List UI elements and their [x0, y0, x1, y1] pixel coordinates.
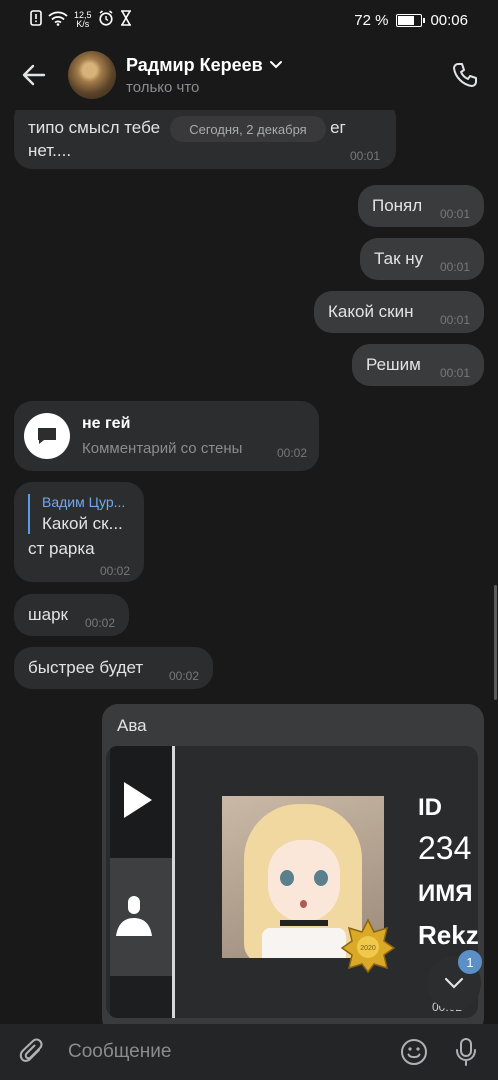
contact-name: Радмир Кереев: [126, 54, 263, 75]
message-line: типо смысл тебе: [28, 118, 161, 137]
wall-comment-title: не гей: [82, 415, 131, 432]
scrollbar[interactable]: [494, 585, 497, 700]
reply-text: Какой ск...: [42, 514, 123, 533]
message-time: 00:01: [439, 366, 470, 380]
message-time: 00:02: [276, 446, 307, 460]
status-right: 72 % 00:06: [354, 12, 468, 29]
card-name-label: ИМЯ: [418, 880, 473, 907]
reply-author[interactable]: Вадим Цур...: [42, 494, 125, 510]
message-line: нет....: [28, 141, 72, 160]
chat-header: Радмир Кереев только что: [0, 40, 498, 110]
status-left: 12,5 K/s: [30, 10, 132, 30]
wifi-icon: [48, 11, 68, 30]
chat-title[interactable]: Радмир Кереев: [126, 55, 448, 76]
voice-button[interactable]: [450, 1036, 482, 1068]
emoji-button[interactable]: [398, 1036, 430, 1068]
message-bubble[interactable]: быстрее будет 00:02: [14, 647, 213, 689]
divider: [172, 746, 175, 1018]
last-seen: только что: [126, 78, 200, 96]
message-input[interactable]: [68, 1041, 398, 1063]
message-time: 00:01: [349, 149, 380, 163]
wall-comment-bubble[interactable]: не гей Комментарий со стены 00:02: [14, 401, 319, 471]
chevron-down-icon: [444, 977, 464, 989]
message-text: Ава: [117, 716, 147, 735]
message-time: 00:01: [439, 207, 470, 221]
speed-unit: K/s: [76, 19, 90, 29]
message-composer: [0, 1024, 498, 1080]
card-id-value: 234: [418, 830, 472, 866]
network-speed: 12,5 K/s: [74, 11, 92, 29]
message-text: Какой скин: [328, 302, 414, 321]
avatar[interactable]: [68, 51, 116, 99]
message-line-end: ег: [330, 118, 346, 137]
card-id-label: ID: [418, 794, 442, 821]
attach-button[interactable]: [16, 1036, 48, 1068]
image-side-panel: [110, 746, 172, 1018]
message-list[interactable]: типо смысл тебе ег нет.... 00:01 Сегодня,…: [0, 110, 498, 1024]
message-bubble[interactable]: Так ну 00:01: [360, 238, 484, 280]
message-bubble[interactable]: Понял 00:01: [358, 185, 484, 227]
call-button[interactable]: [448, 58, 482, 92]
person-icon: [116, 896, 152, 936]
medal-badge-icon: 2020: [340, 918, 396, 974]
message-time: 00:02: [168, 669, 199, 683]
message-text: быстрее будет: [28, 658, 144, 677]
arrow-left-icon: [22, 64, 46, 86]
chat-title-block[interactable]: Радмир Кереев только что: [126, 55, 448, 96]
message-time: 00:01: [439, 313, 470, 327]
message-text: Так ну: [374, 249, 424, 268]
message-time: 00:01: [439, 260, 470, 274]
wall-comment-subtitle: Комментарий со стены: [82, 440, 243, 457]
back-button[interactable]: [18, 59, 50, 91]
chevron-down-icon: [269, 61, 282, 69]
message-text: ст рарка: [28, 539, 95, 558]
message-bubble[interactable]: Какой скин 00:01: [314, 291, 484, 333]
phone-icon: [453, 63, 477, 87]
unread-badge: 1: [458, 950, 482, 974]
reply-bar: [28, 494, 30, 534]
alert-icon: [30, 10, 42, 30]
date-separator: Сегодня, 2 декабря: [170, 116, 326, 142]
smile-icon: [401, 1039, 427, 1065]
message-text: шарк: [28, 605, 68, 624]
comment-icon: [24, 413, 70, 459]
message-time: 00:02: [99, 564, 130, 578]
badge-year: 2020: [360, 945, 376, 952]
play-icon: [124, 782, 152, 818]
message-bubble[interactable]: Вадим Цур... Какой ск... ст рарка 00:02: [14, 482, 144, 582]
image-attachment[interactable]: 2020 ID 234 ИМЯ Rekz: [106, 746, 478, 1018]
message-bubble[interactable]: Решим 00:01: [352, 344, 484, 386]
hourglass-icon: [120, 10, 132, 30]
message-text: Понял: [372, 196, 423, 215]
alarm-icon: [98, 10, 114, 30]
battery-percent: 72 %: [354, 11, 389, 29]
status-bar: 12,5 K/s 72 % 00:06: [0, 0, 498, 40]
clock: 00:06: [430, 11, 468, 29]
message-text: Решим: [366, 355, 421, 374]
microphone-icon: [456, 1038, 476, 1066]
card-name-value: Rekz: [418, 920, 478, 950]
battery-icon: [396, 13, 426, 27]
paperclip-icon: [19, 1038, 43, 1062]
message-bubble[interactable]: шарк 00:02: [14, 594, 129, 636]
message-time: 00:02: [84, 616, 115, 630]
